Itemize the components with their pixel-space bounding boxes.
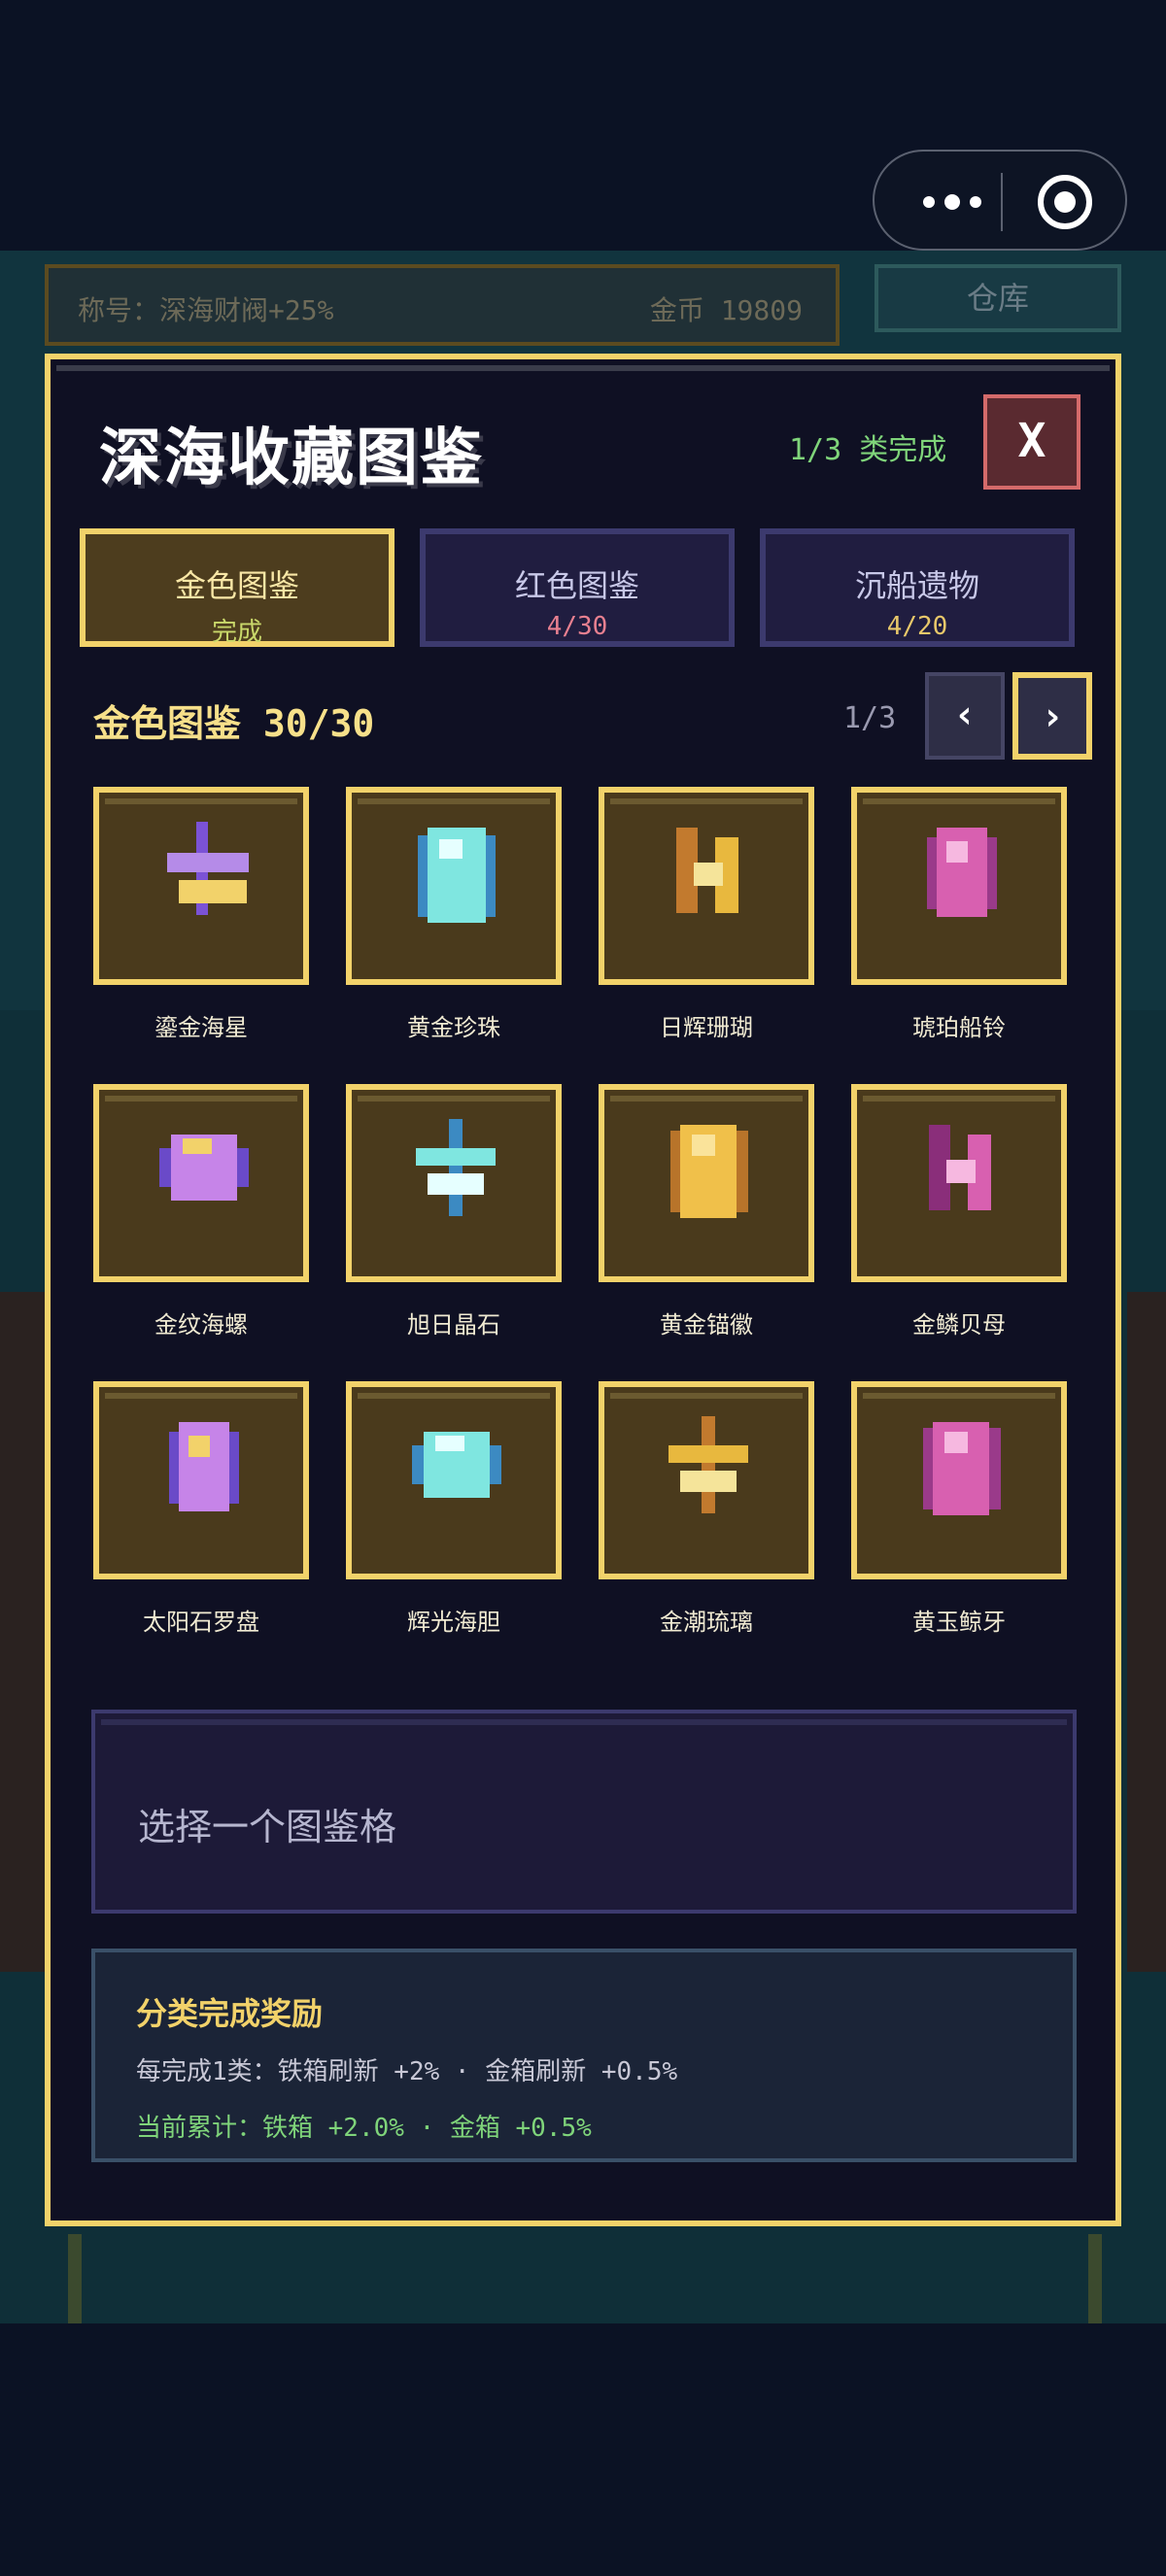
card-label: 琥珀船铃	[912, 1014, 1006, 1041]
collection-card[interactable]	[851, 1381, 1067, 1579]
more-icon[interactable]	[913, 185, 991, 220]
coin-count: 金币 19809	[649, 294, 803, 326]
collection-card[interactable]	[93, 1084, 309, 1282]
card-label: 金鳞贝母	[912, 1311, 1006, 1339]
next-page-button[interactable]: ›	[1012, 672, 1092, 760]
ship-bell-icon	[927, 828, 997, 917]
card-label: 金潮琉璃	[660, 1609, 753, 1636]
collection-card[interactable]	[93, 1381, 309, 1579]
chevron-left-icon: ‹	[952, 693, 977, 737]
collection-card[interactable]	[599, 1084, 814, 1282]
section-title: 金色图鉴 30/30	[93, 702, 375, 745]
tab-progress: 完成	[211, 618, 262, 647]
card-label: 金纹海螺	[154, 1311, 248, 1339]
player-title-label: 称号：深海财阀+25%	[78, 294, 334, 326]
card-label: 黄金锚徽	[660, 1311, 753, 1339]
reward-title: 分类完成奖励	[136, 1995, 324, 2032]
sea-urchin-icon	[412, 1432, 501, 1498]
pier-post	[68, 2234, 82, 2323]
coral-icon	[676, 828, 738, 913]
tab-gold-collection[interactable]: 金色图鉴 完成	[80, 528, 394, 647]
collection-card[interactable]	[599, 787, 814, 985]
collection-card[interactable]	[851, 787, 1067, 985]
collection-card[interactable]	[346, 787, 562, 985]
compass-icon	[169, 1422, 239, 1511]
crystal-icon	[416, 1119, 496, 1216]
mother-of-pearl-icon	[929, 1125, 991, 1210]
collection-card[interactable]	[346, 1084, 562, 1282]
whale-tooth-icon	[923, 1422, 1001, 1515]
item-detail-box: 选择一个图鉴格	[91, 1710, 1077, 1914]
card-label: 黄玉鲸牙	[912, 1609, 1006, 1636]
collection-card[interactable]	[851, 1084, 1067, 1282]
bottom-area	[0, 2323, 1166, 2576]
card-label: 黄金珍珠	[407, 1014, 500, 1041]
warehouse-button[interactable]: 仓库	[874, 264, 1121, 332]
chevron-right-icon: ›	[1040, 695, 1065, 739]
anchor-badge-icon	[670, 1125, 748, 1218]
game-terrain-left	[0, 1292, 45, 1972]
tab-label: 沉船遗物	[854, 567, 979, 604]
collection-card[interactable]	[346, 1381, 562, 1579]
starfish-icon	[167, 822, 249, 915]
card-label: 太阳石罗盘	[143, 1609, 259, 1636]
tab-progress: 4/30	[546, 612, 608, 641]
category-progress: 1/3 类完成	[789, 433, 947, 467]
close-miniprogram-icon[interactable]	[1038, 175, 1092, 229]
prev-page-button[interactable]: ‹	[925, 672, 1005, 760]
tab-progress: 4/20	[886, 612, 948, 641]
tab-red-collection[interactable]: 红色图鉴 4/30	[420, 528, 735, 647]
card-label: 旭日晶石	[407, 1311, 500, 1339]
collection-panel: 深海收藏图鉴 1/3 类完成 X 金色图鉴 完成 红色图鉴 4/30 沉船遗物 …	[45, 354, 1121, 2226]
page-indicator: 1/3	[843, 701, 897, 735]
pearl-icon	[418, 828, 496, 923]
player-status-bar: 称号：深海财阀+25% 金币 19809	[45, 264, 840, 346]
tab-label: 红色图鉴	[514, 567, 639, 604]
glass-icon	[669, 1416, 748, 1513]
mini-program-capsule	[873, 150, 1127, 251]
reward-rule: 每完成1类：铁箱刷新 +2% · 金箱刷新 +0.5%	[136, 2057, 678, 2086]
card-label: 日辉珊瑚	[660, 1014, 753, 1041]
card-label: 鎏金海星	[154, 1014, 248, 1041]
conch-icon	[159, 1135, 249, 1201]
tab-label: 金色图鉴	[174, 567, 299, 604]
detail-prompt: 选择一个图鉴格	[138, 1806, 397, 1848]
capsule-divider	[1001, 173, 1003, 231]
panel-title: 深海收藏图鉴	[99, 423, 484, 494]
tab-shipwreck-relics[interactable]: 沉船遗物 4/20	[760, 528, 1075, 647]
reward-total: 当前累计：铁箱 +2.0% · 金箱 +0.5%	[136, 2114, 592, 2143]
card-label: 辉光海胆	[407, 1609, 500, 1636]
pier-post	[1088, 2234, 1102, 2323]
collection-card[interactable]	[599, 1381, 814, 1579]
game-terrain-right	[1127, 1292, 1166, 1972]
close-icon: X	[1017, 414, 1046, 468]
collection-card[interactable]	[93, 787, 309, 985]
close-button[interactable]: X	[983, 394, 1080, 490]
warehouse-button-label: 仓库	[966, 280, 1029, 317]
reward-box: 分类完成奖励 每完成1类：铁箱刷新 +2% · 金箱刷新 +0.5% 当前累计：…	[91, 1949, 1077, 2162]
